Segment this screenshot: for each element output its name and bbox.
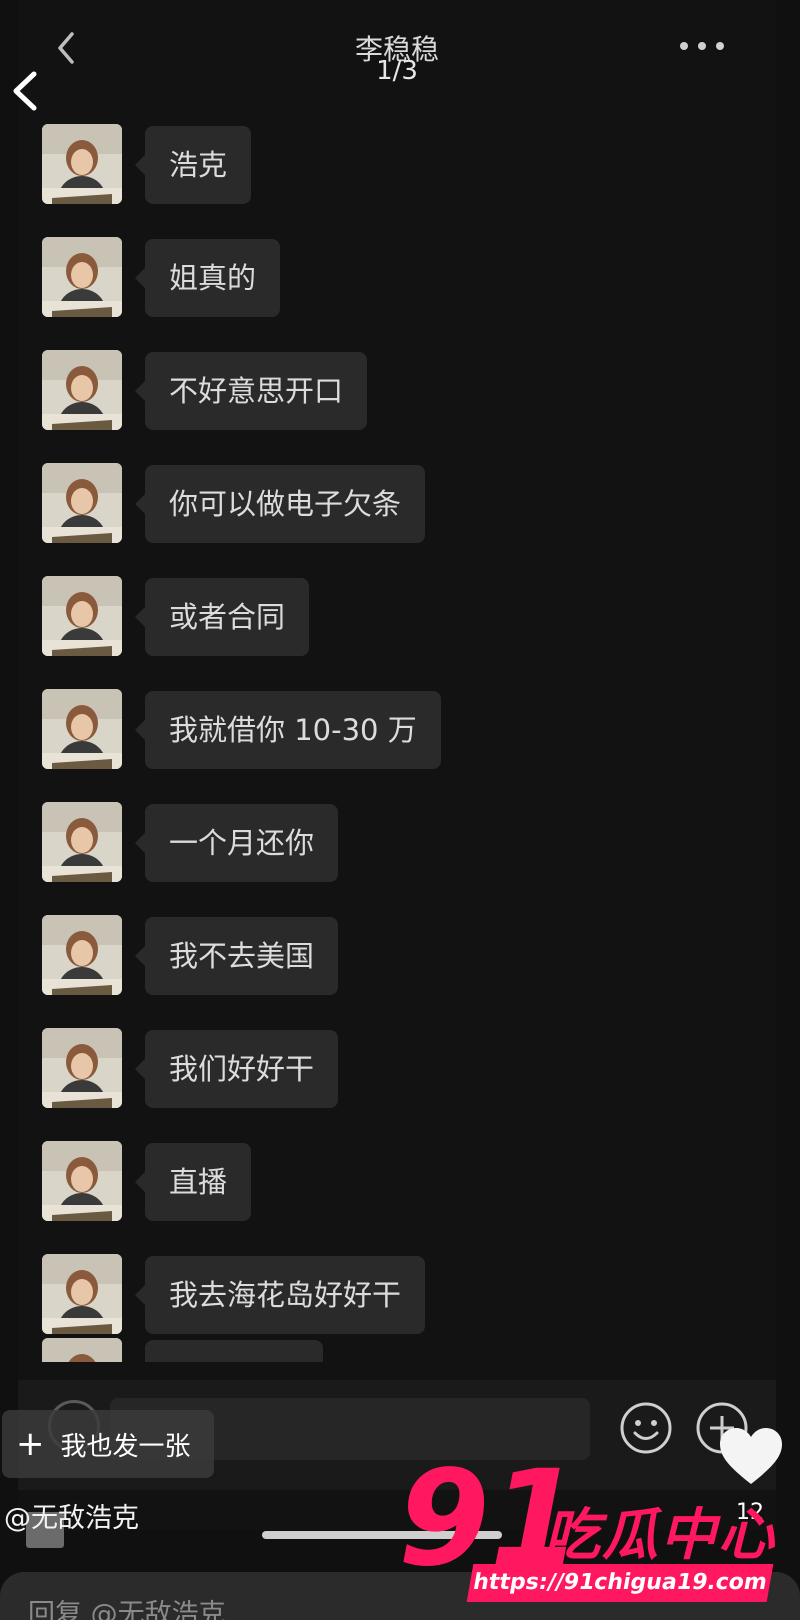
post-too-label: 我也发一张	[60, 1431, 191, 1462]
watermark-url: https://91chigua19.com	[466, 1564, 774, 1602]
author-handle[interactable]: @无敌浩克	[4, 1496, 139, 1535]
message-bubble: 浩克	[134, 126, 252, 204]
message-bubble: 我去海花岛好好干	[134, 1256, 426, 1334]
message-list: 浩克 姐真的 不好意思开口 你可以做电子欠条 或者合同 我就借你 10-30 万	[18, 120, 776, 1363]
avatar-image	[42, 576, 122, 656]
avatar	[42, 1028, 122, 1108]
message-bubble	[145, 1340, 323, 1362]
avatar-image	[42, 124, 122, 204]
avatar	[42, 1141, 122, 1221]
avatar	[42, 237, 122, 317]
avatar-image	[42, 1254, 122, 1334]
avatar	[42, 1254, 122, 1334]
message-bubble: 或者合同	[134, 578, 310, 656]
chat-screenshot: 李稳稳 1/3 浩克 姐真的 不好意思开口 你可以做电子欠条 或者合同 我就借你…	[18, 0, 776, 1530]
avatar	[42, 1338, 122, 1362]
message-bubble: 不好意思开口	[134, 352, 368, 430]
page-counter: 1/3	[376, 56, 418, 86]
message-bubble: 我不去美国	[134, 917, 339, 995]
avatar	[42, 915, 122, 995]
message-row: 我们好好干	[18, 1024, 776, 1137]
message-row: 我就借你 10-30 万	[18, 685, 776, 798]
avatar-image	[42, 915, 122, 995]
message-bubble: 姐真的	[134, 239, 281, 317]
screen: 李稳稳 1/3 浩克 姐真的 不好意思开口 你可以做电子欠条 或者合同 我就借你…	[0, 0, 800, 1620]
message-bubble: 直播	[134, 1143, 252, 1221]
message-bubble: 我们好好干	[134, 1030, 339, 1108]
message-row: 我不去美国	[18, 911, 776, 1024]
avatar	[42, 689, 122, 769]
message-bubble: 我就借你 10-30 万	[135, 691, 441, 769]
plus-icon: +	[16, 1424, 45, 1464]
message-row: 直播	[18, 1137, 776, 1250]
message-row: 你可以做电子欠条	[18, 459, 776, 572]
message-row: 不好意思开口	[18, 346, 776, 459]
post-too-button[interactable]: + 我也发一张	[2, 1410, 214, 1478]
message-bubble: 一个月还你	[134, 804, 339, 882]
message-row: 一个月还你	[18, 798, 776, 911]
message-row-partial	[18, 1332, 776, 1362]
avatar-image	[42, 689, 122, 769]
avatar	[42, 350, 122, 430]
avatar-image	[42, 1141, 122, 1221]
avatar-image	[42, 1338, 122, 1362]
watermark-text: 吃瓜中心	[544, 1503, 776, 1568]
avatar	[42, 576, 122, 656]
emoji-icon	[620, 1402, 672, 1454]
back-icon[interactable]	[6, 68, 46, 114]
message-row: 浩克	[18, 120, 776, 233]
more-icon	[680, 42, 724, 50]
avatar-image	[42, 802, 122, 882]
chat-header: 李稳稳 1/3	[18, 0, 776, 100]
avatar-image	[42, 1028, 122, 1108]
reply-input[interactable]: 回复 @无敌浩克	[28, 1592, 226, 1620]
avatar	[42, 802, 122, 882]
message-bubble: 你可以做电子欠条	[134, 465, 426, 543]
message-row: 或者合同	[18, 572, 776, 685]
avatar-image	[42, 350, 122, 430]
avatar	[42, 463, 122, 543]
avatar	[42, 124, 122, 204]
avatar-image	[42, 463, 122, 543]
message-row: 姐真的	[18, 233, 776, 346]
avatar-image	[42, 237, 122, 317]
